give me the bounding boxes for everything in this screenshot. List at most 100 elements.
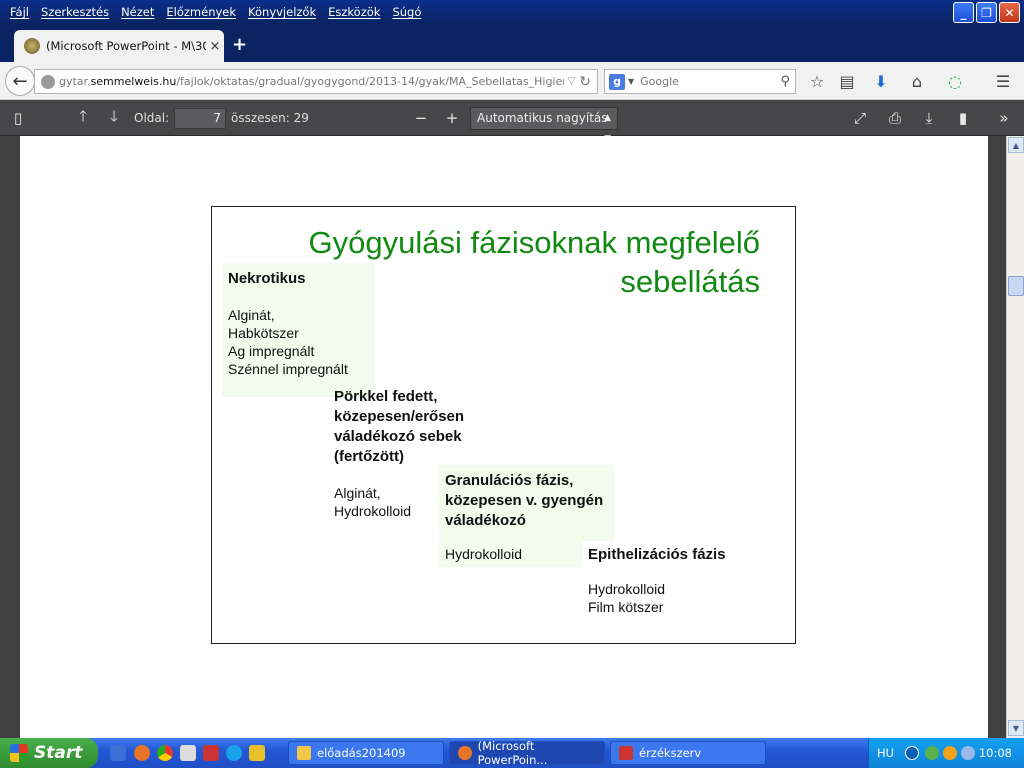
presentation-mode-icon[interactable]: ⤢ [849,107,871,129]
download-icon[interactable]: ⬇ [870,70,892,92]
system-tray: HU 10:08 [868,738,1024,768]
google-engine-icon[interactable]: g [609,73,625,90]
tray-display-icon[interactable] [961,746,975,760]
previous-page-icon[interactable]: 🡑 [72,107,94,129]
menu-hamburger-icon[interactable]: ☰ [992,70,1014,92]
next-page-icon[interactable]: 🡓 [103,107,125,129]
pdf-toolbar: ▯ 🡑 🡓 Oldal: 7 összesen: 29 − + Automati… [0,100,1024,144]
phase-box-epithelization: Epithelizációs fázis Hydrokolloid Film k… [582,541,762,620]
menu-bookmarks[interactable]: Könyvjelzők [242,5,322,19]
scroll-down-icon[interactable]: ▼ [1008,720,1024,736]
new-tab-button[interactable]: + [232,34,247,55]
scrollbar-thumb[interactable] [1008,276,1024,296]
tab-favicon-icon [24,38,40,54]
windows-logo-icon [10,744,28,762]
search-input[interactable]: Google [640,75,780,88]
dressing-item: Alginát, [228,307,275,323]
back-button[interactable]: ← [5,66,35,96]
phase-heading: Nekrotikus [228,270,306,287]
quicklaunch-paint-icon[interactable] [249,745,265,761]
tab-title: (Microsoft PowerPoint - M\30... [46,39,206,53]
bookmark-star-icon[interactable]: ☆ [806,70,828,92]
bookmark-view-icon[interactable]: ▮ [952,107,974,129]
sidebar-toggle-icon[interactable]: ▯ [7,107,29,129]
quicklaunch-pdf-icon[interactable] [203,745,219,761]
dressing-item: Film kötszer [588,599,664,615]
page-total: összesen: 29 [231,111,309,125]
menu-file[interactable]: Fájl [4,5,35,19]
page-label: Oldal: [134,111,170,125]
reload-icon[interactable]: ↻ [579,74,591,90]
phase-dressings: Hydrokolloid Film kötszer [588,580,756,616]
url-domain: semmelweis.hu [90,75,177,88]
phase-heading: Epithelizációs fázis [588,546,726,563]
menu-bar: Fájl Szerkesztés Nézet Előzmények Könyvj… [0,0,427,24]
task-firefox[interactable]: (Microsoft PowerPoin... [449,739,605,767]
browser-tab[interactable]: (Microsoft PowerPoint - M\30... × [14,30,224,62]
language-indicator[interactable]: HU [877,746,894,760]
tray-security-icon[interactable] [943,746,957,760]
clock: 10:08 [978,746,1012,760]
close-window-icon[interactable]: ✕ [999,2,1020,23]
restore-icon[interactable]: ❐ [976,2,997,23]
download-pdf-icon[interactable]: ⤓ [918,107,940,129]
pdf-viewer[interactable]: Gyógyulási fázisoknak megfelelő sebellát… [0,136,1006,738]
zoom-out-icon[interactable]: − [410,107,432,129]
task-label: (Microsoft PowerPoin... [477,739,548,767]
tray-expand-icon[interactable] [905,746,919,760]
minimize-icon[interactable]: _ [953,2,974,23]
reading-list-icon[interactable]: ▤ [836,70,858,92]
zoom-in-icon[interactable]: + [441,107,463,129]
vertical-scrollbar[interactable]: ▲ ▼ [1006,136,1024,738]
slide: Gyógyulási fázisoknak megfelelő sebellát… [211,206,796,644]
task-label: előadás201409 [317,746,406,760]
window-controls: _ ❐ ✕ [953,2,1020,23]
title-bar: Fájl Szerkesztés Nézet Előzmények Könyvj… [0,0,1024,24]
task-folder[interactable]: előadás201409 [288,741,444,765]
tools-menu-icon[interactable]: » [993,107,1015,129]
phase-dressings: Alginát, Habkötszer Ag impregnált Szénne… [228,306,368,378]
scroll-up-icon[interactable]: ▲ [1008,137,1024,153]
menu-tools[interactable]: Eszközök [322,5,386,19]
menu-help[interactable]: Súgó [386,5,427,19]
menu-view[interactable]: Nézet [115,5,160,19]
pdf-page: Gyógyulási fázisoknak megfelelő sebellát… [20,136,988,738]
slide-title-line-1: Gyógyulási fázisoknak megfelelő [308,225,760,260]
quicklaunch-skype-icon[interactable] [226,745,242,761]
dressing-item: Habkötszer [228,325,299,341]
search-bar[interactable]: g ▼ Google ⚲ [604,69,796,94]
home-icon[interactable]: ⌂ [906,70,928,92]
dressing-item: Ag impregnált [228,343,315,359]
quicklaunch-firefox-icon[interactable] [134,745,150,761]
url-dropdown-icon[interactable]: ▽ [568,76,576,87]
zoom-select[interactable]: Automatikus nagyítás ▲▼ [470,107,618,144]
url-bar[interactable]: gytar.semmelweis.hu/fajlok/oktatas/gradu… [34,69,598,94]
phase-heading: Pörkkel fedett, közepesen/erősen váladék… [334,388,465,465]
dressing-item: Hydrokolloid [588,581,666,597]
dressing-item: Szénnel impregnált [228,361,348,377]
print-icon[interactable]: ⎙ [884,107,906,129]
start-button[interactable]: Start [0,738,98,768]
phase-box-necrotic: Nekrotikus Alginát, Habkötszer Ag impreg… [222,263,374,397]
engine-dropdown-icon[interactable]: ▼ [628,77,634,86]
search-icon[interactable]: ⚲ [780,74,790,89]
tray-network-icon[interactable] [925,746,939,760]
tab-close-icon[interactable]: × [206,39,224,54]
phase-heading: Granulációs fázis, közepesen v. gyengén … [445,472,604,529]
sync-icon[interactable]: ◌ [944,70,966,92]
page-number-input[interactable]: 7 [174,108,226,129]
site-info-icon[interactable] [41,74,55,89]
url-prefix: gytar. [59,75,91,88]
quicklaunch-app-icon[interactable] [180,745,196,761]
taskbar: Start előadás201409 (Microsoft PowerPoin… [0,738,1024,768]
quicklaunch-chrome-icon[interactable] [157,745,173,761]
task-label: érzékszerv [639,746,702,760]
task-pdf[interactable]: érzékszerv [610,741,766,765]
navigation-bar: ← gytar.semmelweis.hu/fajlok/oktatas/gra… [0,62,1024,100]
menu-history[interactable]: Előzmények [160,5,242,19]
url-path: /fajlok/oktatas/gradual/gyogygond/2013-1… [176,75,563,88]
tab-strip: (Microsoft PowerPoint - M\30... × + [0,24,1024,62]
menu-edit[interactable]: Szerkesztés [35,5,115,19]
quicklaunch-ie-icon[interactable] [110,745,126,761]
start-label: Start [34,743,83,763]
